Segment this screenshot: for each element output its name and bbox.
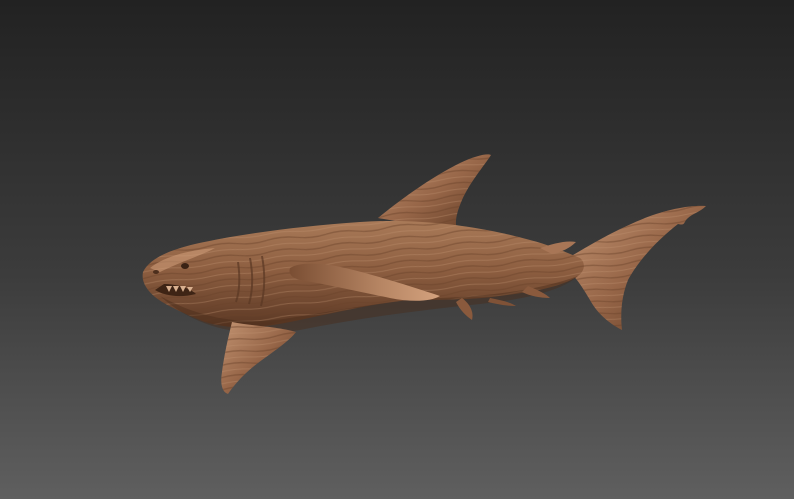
shark-eye — [181, 263, 189, 269]
3d-viewport[interactable] — [0, 0, 794, 499]
scene-svg — [0, 0, 794, 499]
shark-nostril — [153, 270, 159, 274]
